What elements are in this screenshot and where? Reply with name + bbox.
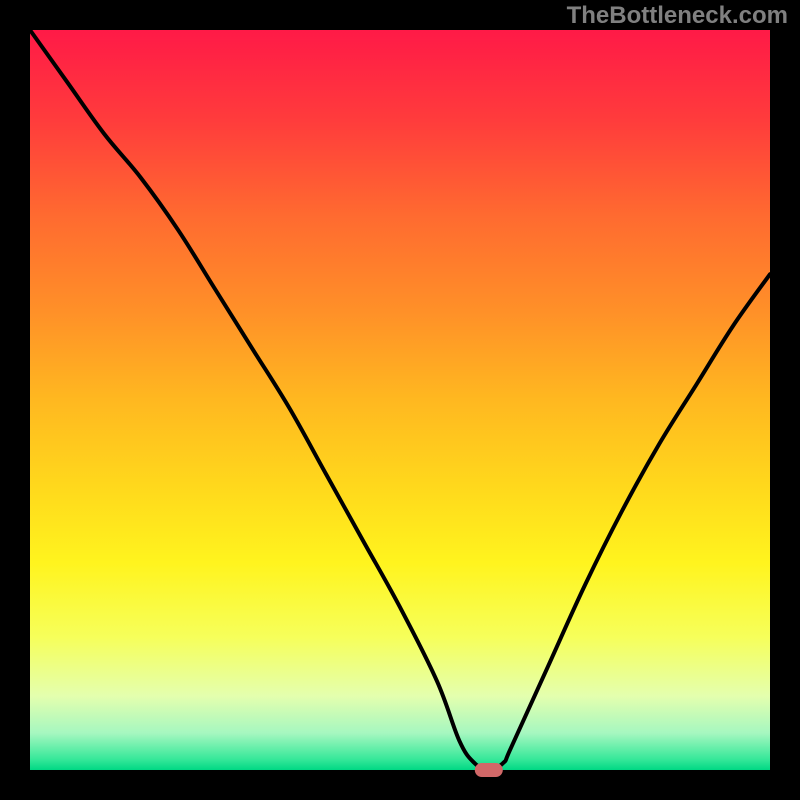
optimal-marker <box>475 763 503 777</box>
bottleneck-chart <box>0 0 800 800</box>
plot-background <box>30 30 770 770</box>
chart-container: TheBottleneck.com <box>0 0 800 800</box>
